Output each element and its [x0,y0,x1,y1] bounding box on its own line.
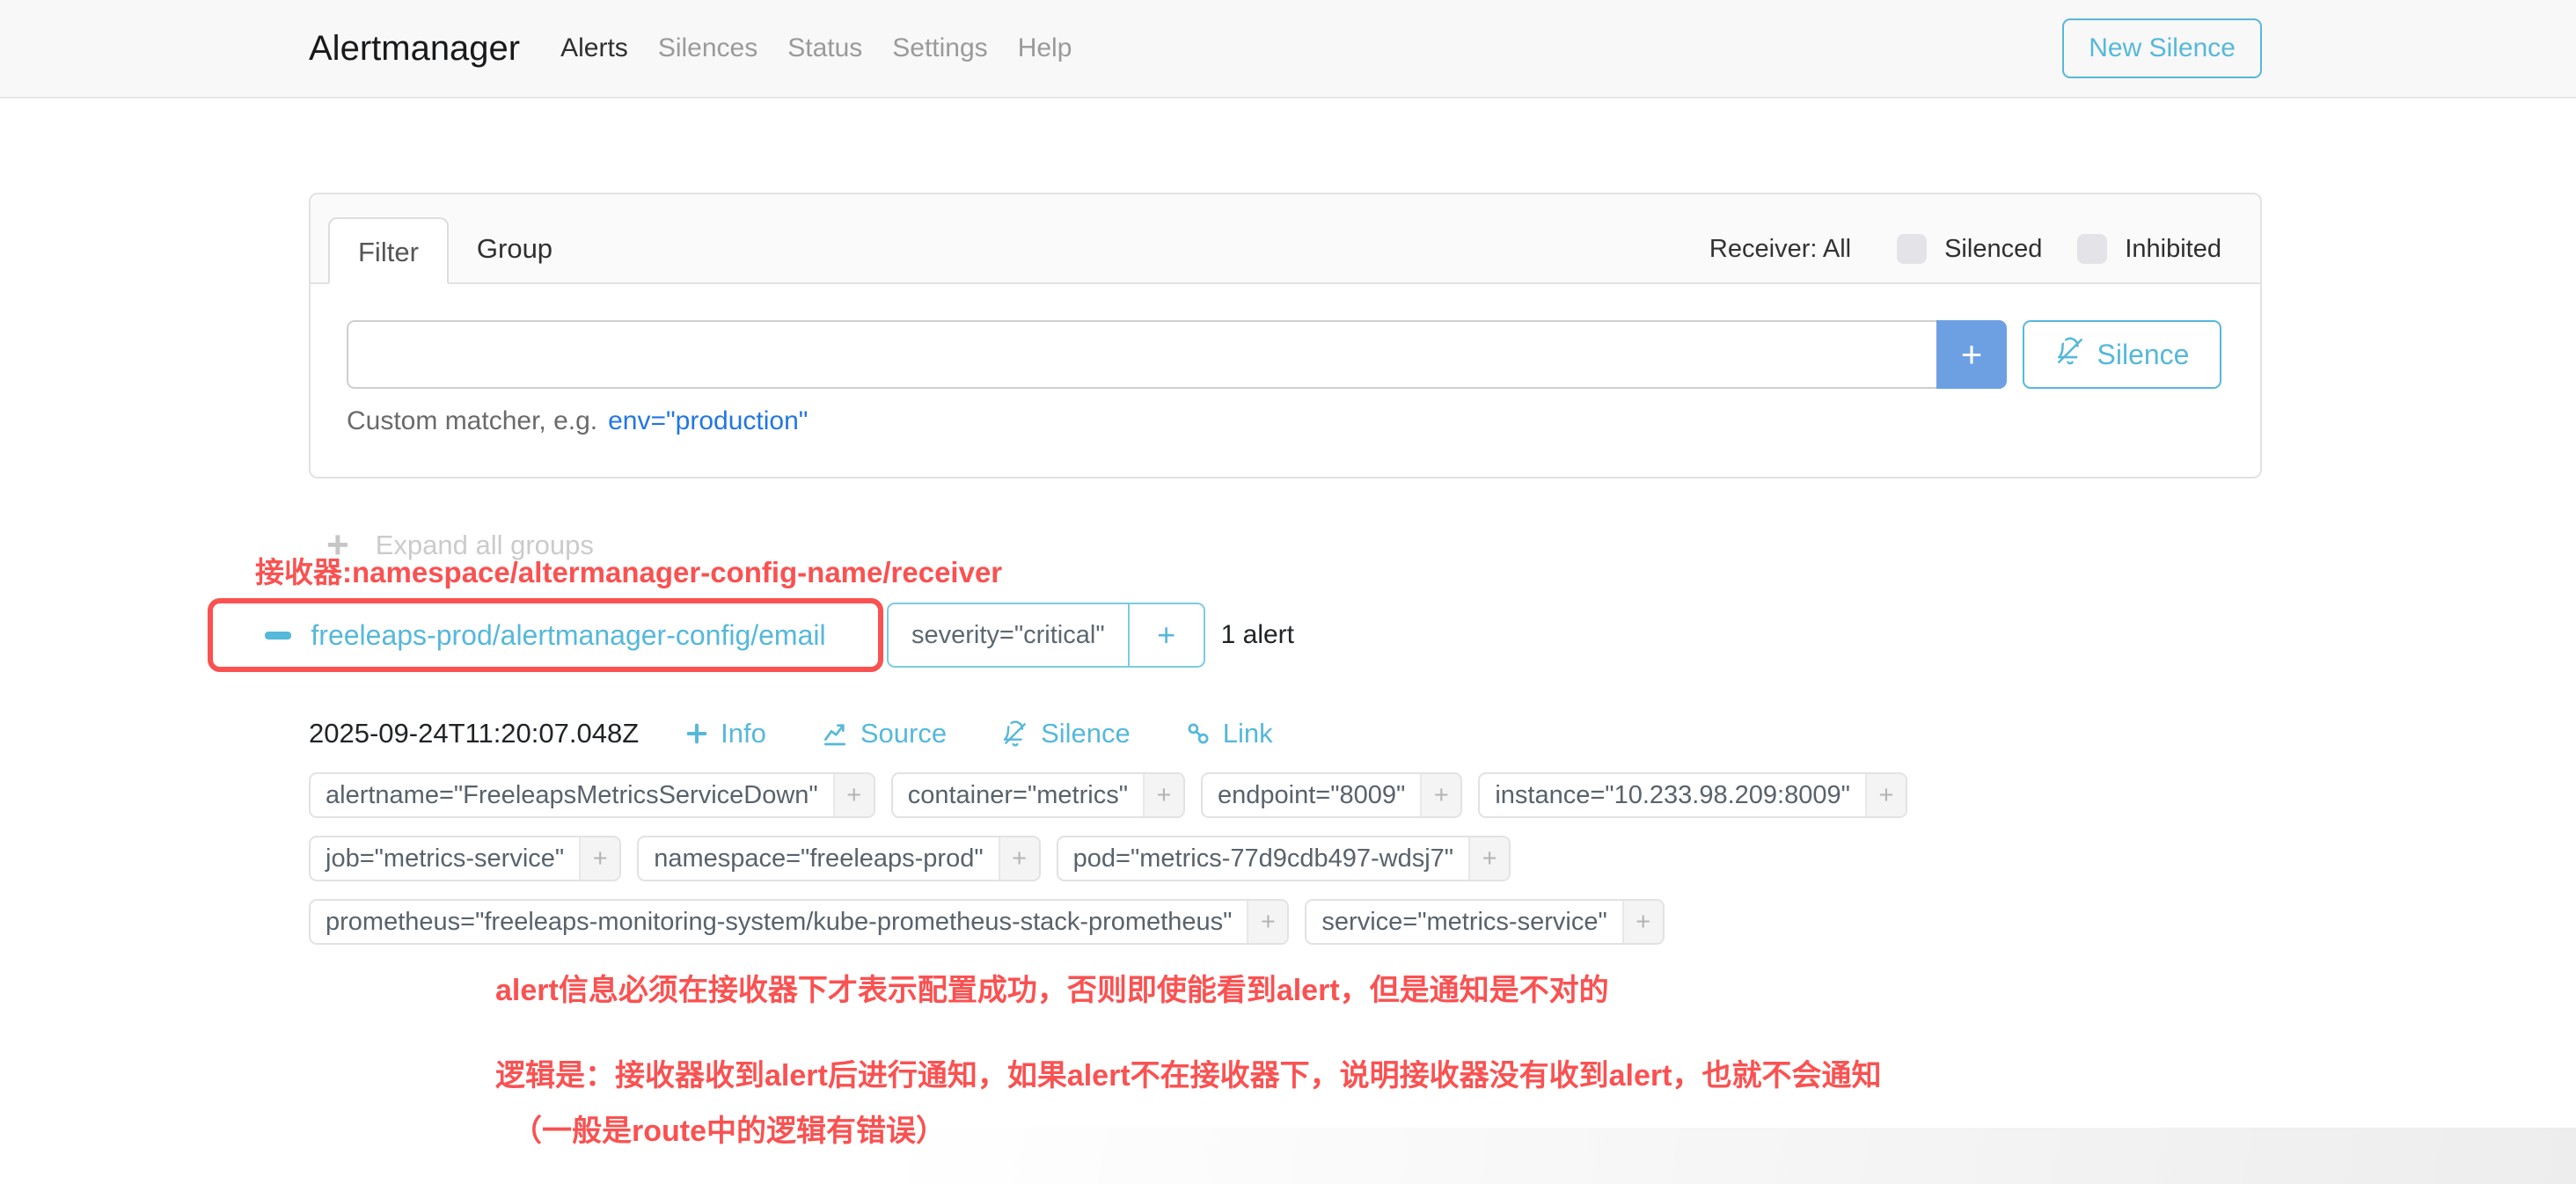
group-matcher-label: severity="critical" [889,604,1128,666]
filter-card-header: Filter Group Receiver: All Silenced Inhi… [311,194,2260,284]
label-tag-text: pod="metrics-77d9cdb497-wdsj7" [1058,837,1468,880]
filter-card: Filter Group Receiver: All Silenced Inhi… [309,193,2262,479]
link-icon [1185,720,1211,747]
label-tag-add-button[interactable]: + [1468,837,1509,880]
matcher-hint-text: Custom matcher, e.g. [347,406,597,435]
nav-item-settings[interactable]: Settings [892,33,987,63]
alert-source-link[interactable]: Source [821,718,947,749]
annotation-route-note: （一般是route中的逻辑有错误） [512,1107,2262,1150]
label-tag-text: alertname="FreeleapsMetricsServiceDown" [311,774,833,816]
label-tag-add-button[interactable]: + [1622,901,1663,943]
add-matcher-button[interactable]: + [1936,320,2007,389]
silence-filter-button-label: Silence [2097,339,2190,371]
matcher-hint: Custom matcher, e.g. env="production" [347,406,2221,436]
inhibited-checkbox-label: Inhibited [2125,235,2221,264]
label-tag-add-button[interactable]: + [1420,774,1460,816]
nav-item-status[interactable]: Status [787,33,862,63]
group-matcher-tag: severity="critical" + [887,603,1205,668]
annotation-box: freeleaps-prod/alertmanager-config/email [208,598,883,672]
silenced-checkbox-label: Silenced [1944,235,2042,264]
label-tag-add-button[interactable]: + [579,837,619,880]
alert-group-row: freeleaps-prod/alertmanager-config/email… [309,598,2262,672]
label-tag-prometheus: prometheus="freeleaps-monitoring-system/… [309,899,1289,945]
nav-item-silences[interactable]: Silences [658,33,757,63]
collapse-group-icon[interactable] [265,632,291,640]
alert-permalink[interactable]: Link [1185,718,1273,749]
label-tag-text: prometheus="freeleaps-monitoring-system/… [311,901,1247,943]
nav-item-alerts[interactable]: Alerts [560,33,628,63]
label-tag-add-button[interactable]: + [1247,901,1287,943]
plus-icon [684,721,709,746]
silenced-checkbox-group[interactable]: Silenced [1897,234,2042,264]
tab-group[interactable]: Group [449,216,581,282]
alert-header-row: 2025-09-24T11:20:07.048Z Info [309,718,2262,749]
silenced-checkbox[interactable] [1897,234,1927,264]
bell-slash-icon [2055,336,2085,373]
label-tag-container: container="metrics" + [891,772,1185,818]
label-tag-text: container="metrics" [893,774,1143,816]
inhibited-checkbox[interactable] [2077,234,2107,264]
app-brand: Alertmanager [309,29,520,69]
label-tag-job: job="metrics-service" + [309,836,621,881]
alert-info-label: Info [721,718,766,749]
label-tag-namespace: namespace="freeleaps-prod" + [637,836,1040,881]
alert-info-link[interactable]: Info [684,718,766,749]
chart-icon [821,720,849,748]
group-matcher-add-button[interactable]: + [1128,604,1204,666]
filter-tabs: Filter Group [328,216,581,282]
label-tag-pod: pod="metrics-77d9cdb497-wdsj7" + [1057,836,1511,881]
alert-link-label: Link [1223,718,1273,749]
alert-timestamp: 2025-09-24T11:20:07.048Z [309,718,639,749]
receiver-group-link[interactable]: freeleaps-prod/alertmanager-config/email [311,619,825,652]
alert-labels: alertname="FreeleapsMetricsServiceDown" … [309,772,2262,945]
matcher-input[interactable] [347,320,1936,389]
tab-filter[interactable]: Filter [328,217,449,284]
label-tag-add-button[interactable]: + [1865,774,1906,816]
label-tag-text: job="metrics-service" [311,837,579,880]
label-tag-add-button[interactable]: + [999,837,1039,880]
receiver-filter[interactable]: Receiver: All [1709,235,1851,264]
top-navbar: Alertmanager Alerts Silences Status Sett… [0,0,2576,99]
silence-filter-button[interactable]: Silence [2023,320,2221,389]
label-tag-instance: instance="10.233.98.209:8009" + [1478,772,1907,818]
alert-silence-link[interactable]: Silence [1001,718,1131,749]
main-nav: Alerts Silences Status Settings Help [560,33,1072,63]
nav-item-help[interactable]: Help [1018,33,1072,63]
label-tag-text: endpoint="8009" [1203,774,1420,816]
annotation-config-note: alert信息必须在接收器下才表示配置成功，否则即使能看到alert，但是通知是… [495,966,2262,1009]
label-tag-text: instance="10.233.98.209:8009" [1480,774,1865,816]
label-tag-text: namespace="freeleaps-prod" [639,837,998,880]
label-tag-service: service="metrics-service" + [1305,899,1664,945]
annotation-logic-note: 逻辑是：接收器收到alert后进行通知，如果alert不在接收器下，说明接收器没… [495,1051,2262,1094]
alert-count: 1 alert [1221,620,1294,650]
new-silence-button[interactable]: New Silence [2062,18,2262,78]
label-tag-endpoint: endpoint="8009" + [1201,772,1462,818]
inhibited-checkbox-group[interactable]: Inhibited [2077,234,2221,264]
alert-silence-label: Silence [1041,718,1131,749]
bell-slash-icon [1001,720,1029,748]
label-tag-add-button[interactable]: + [833,774,874,816]
filter-card-body: + Silence Custom matcher, e.g. env="produ… [311,284,2260,477]
matcher-example-link[interactable]: env="production" [608,406,808,435]
label-tag-add-button[interactable]: + [1143,774,1183,816]
annotation-receiver-note: 接收器:namespace/altermanager-config-name/r… [255,549,1002,591]
alert-source-label: Source [860,718,947,749]
label-tag-text: service="metrics-service" [1306,901,1621,943]
label-tag-alertname: alertname="FreeleapsMetricsServiceDown" … [309,772,875,818]
